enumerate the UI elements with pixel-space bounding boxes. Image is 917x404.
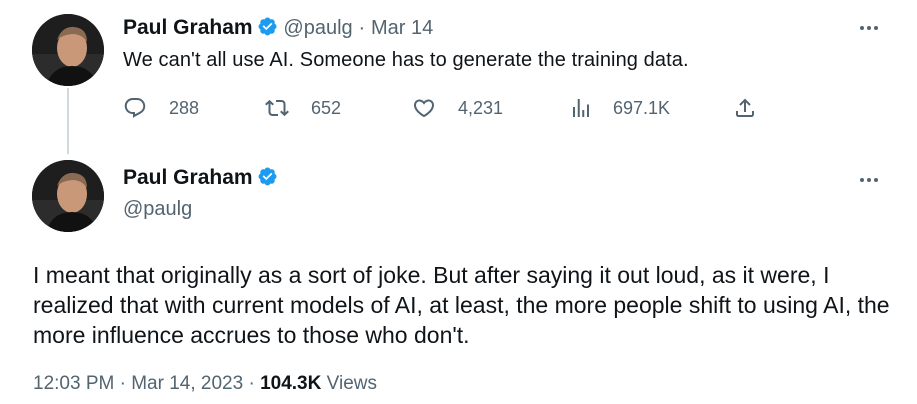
retweet-button[interactable]: 652 bbox=[265, 96, 341, 120]
share-button[interactable] bbox=[733, 96, 757, 120]
separator-dot: · bbox=[119, 373, 126, 394]
separator-dot: · bbox=[358, 17, 366, 39]
separator-dot: · bbox=[248, 373, 255, 394]
tweet-text: We can't all use AI. Someone has to gene… bbox=[123, 49, 689, 71]
like-count: 4,231 bbox=[458, 97, 504, 118]
like-icon bbox=[413, 99, 435, 118]
tweet1-header: Paul Graham @paulg · Mar 14 bbox=[123, 16, 433, 40]
verified-badge-icon bbox=[258, 167, 277, 186]
tweet2-author: Paul Graham bbox=[123, 166, 278, 190]
views-icon bbox=[573, 99, 589, 117]
reply-count: 288 bbox=[169, 97, 200, 118]
share-icon bbox=[736, 98, 754, 117]
author-name[interactable]: Paul Graham bbox=[123, 166, 253, 189]
avatar[interactable] bbox=[32, 14, 104, 86]
views-label: Views bbox=[326, 373, 377, 394]
avatar[interactable] bbox=[32, 160, 104, 232]
views-button[interactable]: 697.1K bbox=[569, 96, 670, 120]
retweet-icon bbox=[265, 99, 289, 117]
like-button[interactable]: 4,231 bbox=[412, 96, 503, 120]
tweet-time[interactable]: 12:03 PM bbox=[33, 373, 114, 394]
tweet-meta: 12:03 PM · Mar 14, 2023 · 104.3K Views bbox=[33, 373, 377, 395]
thread-line bbox=[67, 88, 69, 154]
retweet-count: 652 bbox=[311, 97, 342, 118]
verified-badge-icon bbox=[258, 17, 277, 36]
tweet-text: I meant that originally as a sort of jok… bbox=[33, 262, 890, 348]
author-handle[interactable]: @paulg bbox=[123, 198, 192, 221]
tweet-date[interactable]: Mar 14 bbox=[371, 17, 433, 39]
reply-icon bbox=[124, 98, 146, 118]
author-handle[interactable]: @paulg bbox=[283, 17, 352, 39]
reply-button[interactable]: 288 bbox=[123, 96, 199, 120]
more-dots-icon[interactable] bbox=[855, 18, 883, 38]
views-count: 104.3K bbox=[260, 373, 322, 394]
views-count: 697.1K bbox=[613, 97, 671, 118]
author-name[interactable]: Paul Graham bbox=[123, 16, 253, 39]
tweet-date[interactable]: Mar 14, 2023 bbox=[131, 373, 243, 394]
more-dots-icon[interactable] bbox=[855, 170, 883, 190]
